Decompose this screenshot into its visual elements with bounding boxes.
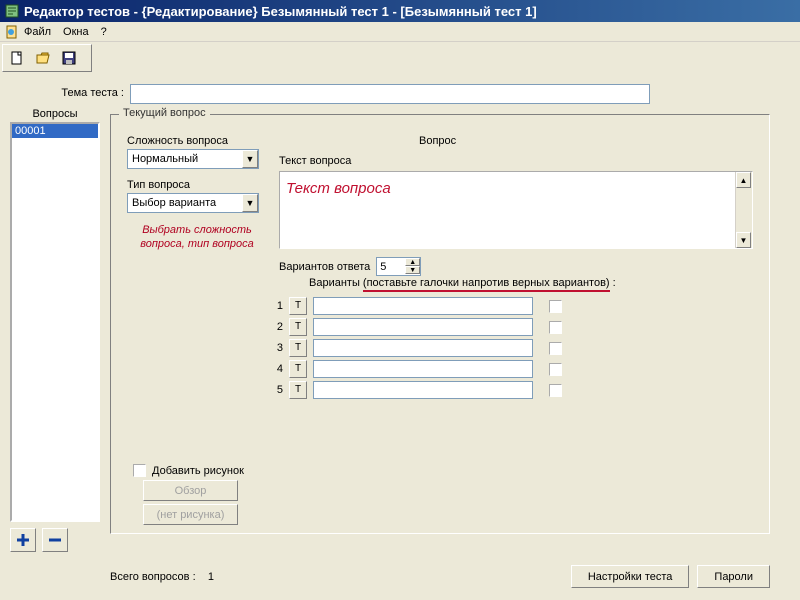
- type-combo[interactable]: Выбор варианта ▼: [127, 193, 259, 213]
- answers-count-label: Вариантов ответа: [279, 261, 370, 273]
- current-question-group: Текущий вопрос Сложность вопроса Нормаль…: [110, 114, 770, 534]
- add-picture-row: Добавить рисунок: [133, 464, 244, 477]
- answer-input[interactable]: [313, 381, 533, 399]
- questions-label: Вопросы: [10, 108, 100, 120]
- answers-count-spinner[interactable]: ▲ ▼: [376, 257, 421, 276]
- remove-question-button[interactable]: [42, 528, 68, 552]
- answer-checkbox[interactable]: [549, 342, 562, 355]
- helper-text: Выбрать сложность вопроса, тип вопроса: [127, 223, 267, 252]
- chevron-down-icon[interactable]: ▼: [242, 194, 258, 212]
- question-text-value: Текст вопроса: [280, 172, 752, 248]
- chevron-down-icon[interactable]: ▼: [242, 150, 258, 168]
- variants-hint: Варианты (поставьте галочки напротив вер…: [309, 277, 741, 289]
- group-legend: Текущий вопрос: [119, 107, 210, 119]
- spin-down-icon[interactable]: ▼: [405, 266, 420, 274]
- type-label: Тип вопроса: [127, 179, 267, 191]
- answer-checkbox[interactable]: [549, 363, 562, 376]
- theme-row: Тема теста :: [0, 84, 790, 104]
- open-button[interactable]: [31, 47, 55, 69]
- browse-button: Обзор: [143, 480, 238, 501]
- menu-windows[interactable]: Окна: [63, 26, 89, 38]
- menu-help[interactable]: ?: [101, 26, 107, 38]
- scrollbar[interactable]: ▲ ▼: [735, 172, 752, 248]
- total-label: Всего вопросов : 1: [110, 571, 214, 583]
- answer-row: 3 Т: [269, 339, 701, 357]
- list-item[interactable]: 00001: [12, 124, 98, 138]
- bottom-bar: Всего вопросов : 1 Настройки теста Парол…: [110, 565, 770, 588]
- spin-up-icon[interactable]: ▲: [405, 258, 420, 266]
- questions-panel: Вопросы 00001: [10, 108, 100, 580]
- toolbar: [2, 44, 92, 72]
- menu-file[interactable]: Файл: [24, 26, 51, 38]
- title-bar: Редактор тестов - {Редактирование} Безым…: [0, 0, 800, 22]
- theme-input[interactable]: [130, 84, 650, 104]
- menu-bar: Файл Окна ?: [0, 22, 800, 42]
- test-settings-button[interactable]: Настройки теста: [571, 565, 690, 588]
- scroll-up-icon[interactable]: ▲: [736, 172, 751, 188]
- passwords-button[interactable]: Пароли: [697, 565, 770, 588]
- question-text-label: Текст вопроса: [279, 155, 351, 167]
- format-t-button[interactable]: Т: [289, 318, 307, 336]
- answer-input[interactable]: [313, 339, 533, 357]
- question-heading: Вопрос: [419, 135, 456, 147]
- save-button[interactable]: [57, 47, 81, 69]
- add-question-button[interactable]: [10, 528, 36, 552]
- type-value: Выбор варианта: [128, 197, 242, 209]
- new-button[interactable]: [5, 47, 29, 69]
- answer-input[interactable]: [313, 318, 533, 336]
- answer-row: 2 Т: [269, 318, 701, 336]
- answers-count-input[interactable]: [377, 258, 405, 275]
- app-icon: [4, 3, 20, 19]
- answer-input[interactable]: [313, 360, 533, 378]
- answer-checkbox[interactable]: [549, 321, 562, 334]
- answer-input[interactable]: [313, 297, 533, 315]
- no-picture-button: (нет рисунка): [143, 504, 238, 525]
- format-t-button[interactable]: Т: [289, 360, 307, 378]
- answer-row: 4 Т: [269, 360, 701, 378]
- answer-rows: 1 Т 2 Т 3 Т 4: [269, 297, 701, 402]
- scroll-down-icon[interactable]: ▼: [736, 232, 751, 248]
- format-t-button[interactable]: Т: [289, 297, 307, 315]
- add-picture-checkbox[interactable]: [133, 464, 146, 477]
- answer-checkbox[interactable]: [549, 384, 562, 397]
- questions-list[interactable]: 00001: [10, 122, 100, 522]
- answer-checkbox[interactable]: [549, 300, 562, 313]
- theme-label: Тема теста :: [0, 87, 130, 99]
- difficulty-value: Нормальный: [128, 153, 242, 165]
- window-title: Редактор тестов - {Редактирование} Безым…: [24, 4, 537, 19]
- doc-icon: [4, 24, 20, 40]
- format-t-button[interactable]: Т: [289, 381, 307, 399]
- difficulty-label: Сложность вопроса: [127, 135, 267, 147]
- answer-row: 5 Т: [269, 381, 701, 399]
- add-picture-label: Добавить рисунок: [152, 465, 244, 477]
- answer-row: 1 Т: [269, 297, 701, 315]
- question-textarea[interactable]: Текст вопроса ▲ ▼: [279, 171, 753, 249]
- difficulty-combo[interactable]: Нормальный ▼: [127, 149, 259, 169]
- format-t-button[interactable]: Т: [289, 339, 307, 357]
